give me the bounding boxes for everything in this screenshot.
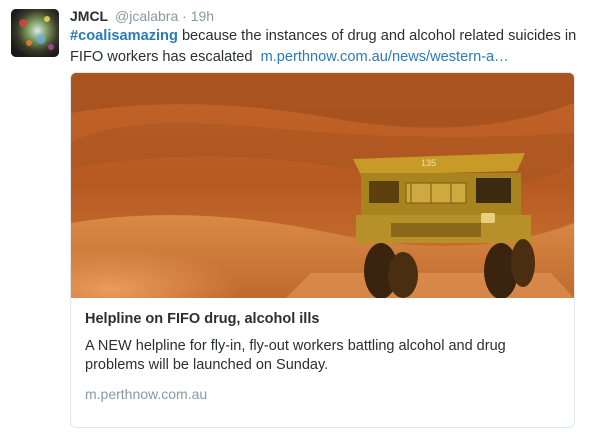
separator-dot: · — [182, 8, 187, 24]
card-description: A NEW helpline for fly-in, fly-out worke… — [85, 338, 506, 373]
card-domain[interactable]: m.perthnow.com.au — [85, 386, 560, 402]
tweet-timestamp[interactable]: 19h — [191, 8, 214, 24]
article-link[interactable]: m.perthnow.com.au/news/western-a… — [261, 49, 509, 65]
avatar[interactable] — [11, 9, 59, 57]
card-title[interactable]: Helpline on FIFO drug, alcohol ills — [85, 310, 560, 328]
card-image[interactable]: 135 — [71, 73, 574, 298]
hashtag-link[interactable]: #coalisamazing — [70, 28, 178, 44]
user-name[interactable]: JMCL — [70, 8, 108, 24]
tweet-header: JMCL @jcalabra · 19h — [70, 7, 580, 25]
card-body: Helpline on FIFO drug, alcohol ills A NE… — [71, 298, 574, 402]
svg-text:135: 135 — [421, 158, 436, 168]
user-handle[interactable]: @jcalabra — [115, 8, 178, 24]
link-card[interactable]: 135 Helpline on FIFO drug, alcohol ills … — [70, 72, 575, 428]
tweet: JMCL @jcalabra · 19h #coalisamazing beca… — [70, 7, 580, 68]
tweet-text: #coalisamazing because the instances of … — [70, 26, 580, 68]
